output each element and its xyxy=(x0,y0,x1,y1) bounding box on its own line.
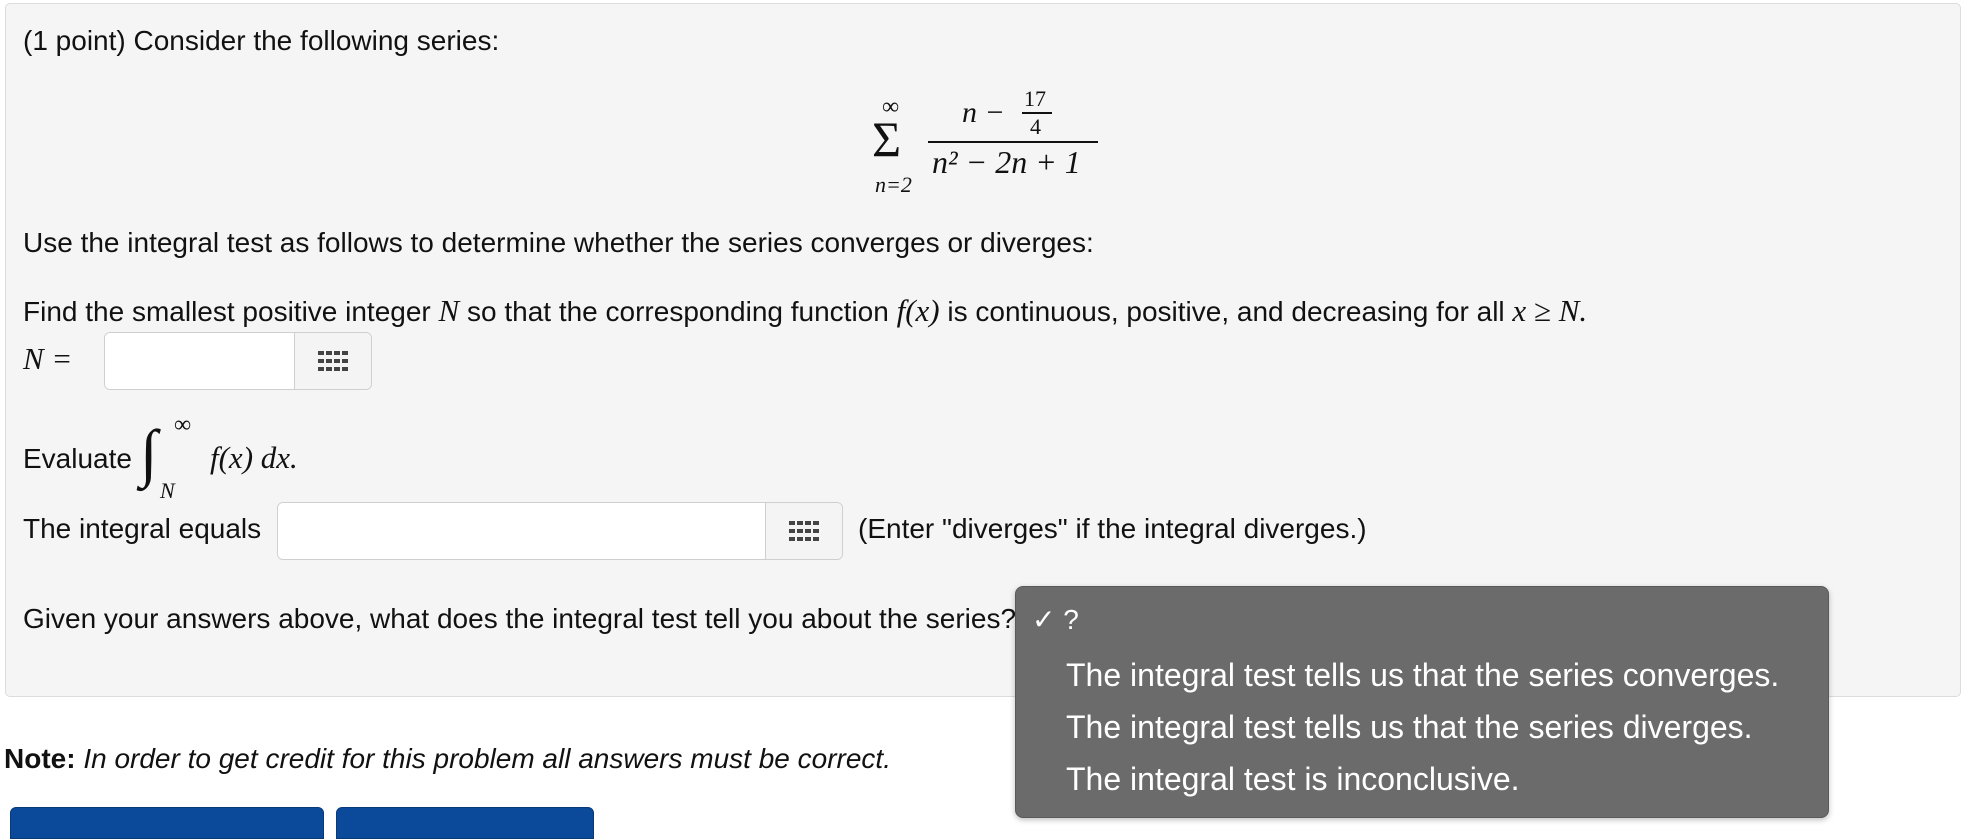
note-label: Note: xyxy=(4,743,76,774)
instruction-text: Use the integral test as follows to dete… xyxy=(23,227,1094,258)
sum-sigma: Σ xyxy=(872,111,902,167)
integral-sign: ∫ xyxy=(140,417,158,488)
n-answer-box xyxy=(104,332,372,390)
n-equation-palette-button[interactable] xyxy=(294,333,371,389)
func-fx: f(x) xyxy=(896,293,940,328)
integral-equation-palette-button[interactable] xyxy=(765,503,842,559)
find-text-a: Find the smallest positive integer xyxy=(23,296,439,327)
integral-upper-limit: ∞ xyxy=(174,412,192,438)
option-diverges[interactable]: The integral test tells us that the seri… xyxy=(1066,707,1753,747)
option-converges[interactable]: The integral test tells us that the seri… xyxy=(1066,655,1779,695)
numerator-fraction-num: 17 xyxy=(1024,86,1046,111)
x-geq-n: x ≥ N. xyxy=(1512,293,1588,328)
note-text: In order to get credit for this problem … xyxy=(83,743,891,774)
integral-lower-limit: N xyxy=(160,478,175,503)
n-input[interactable] xyxy=(105,333,294,389)
integral-answer-box xyxy=(277,502,843,560)
integrand: f(x) dx. xyxy=(210,440,298,475)
integral-expression: ∫ ∞ N f(x) dx. xyxy=(140,412,340,508)
find-text-c: is continuous, positive, and decreasing … xyxy=(939,296,1513,327)
numerator-fraction-den: 4 xyxy=(1030,114,1041,139)
series-question: Given your answers above, what does the … xyxy=(23,603,1017,634)
find-text-b: so that the corresponding function xyxy=(459,296,897,327)
find-n-sentence: Find the smallest positive integer N so … xyxy=(23,294,1587,329)
sum-lower-limit: n=2 xyxy=(875,172,912,197)
grid-icon xyxy=(318,351,348,371)
n-equals-label: N = xyxy=(23,341,73,376)
var-n: N xyxy=(438,293,460,328)
submit-button[interactable] xyxy=(10,807,324,839)
conclusion-dropdown-menu[interactable]: ✓ ? The integral test tells us that the … xyxy=(1015,586,1829,818)
integral-equals-label: The integral equals xyxy=(23,513,262,544)
note: Note: In order to get credit for this pr… xyxy=(4,742,891,776)
evaluate-label: Evaluate xyxy=(23,443,132,474)
option-inconclusive[interactable]: The integral test is inconclusive. xyxy=(1066,759,1520,799)
integral-input[interactable] xyxy=(278,503,765,559)
preview-button[interactable] xyxy=(336,807,594,839)
integral-hint: (Enter "diverges" if the integral diverg… xyxy=(858,513,1367,544)
selected-option-placeholder[interactable]: ✓ ? xyxy=(1032,603,1079,636)
denominator: n² − 2n + 1 xyxy=(932,144,1081,180)
series-formula: ∞ Σ n=2 n − 17 4 n² − 2n + 1 xyxy=(868,84,1108,197)
grid-icon xyxy=(789,521,819,541)
problem-intro: (1 point) Consider the following series: xyxy=(23,25,500,56)
numerator-term: n − xyxy=(962,96,1005,129)
fraction-bar xyxy=(928,141,1098,143)
